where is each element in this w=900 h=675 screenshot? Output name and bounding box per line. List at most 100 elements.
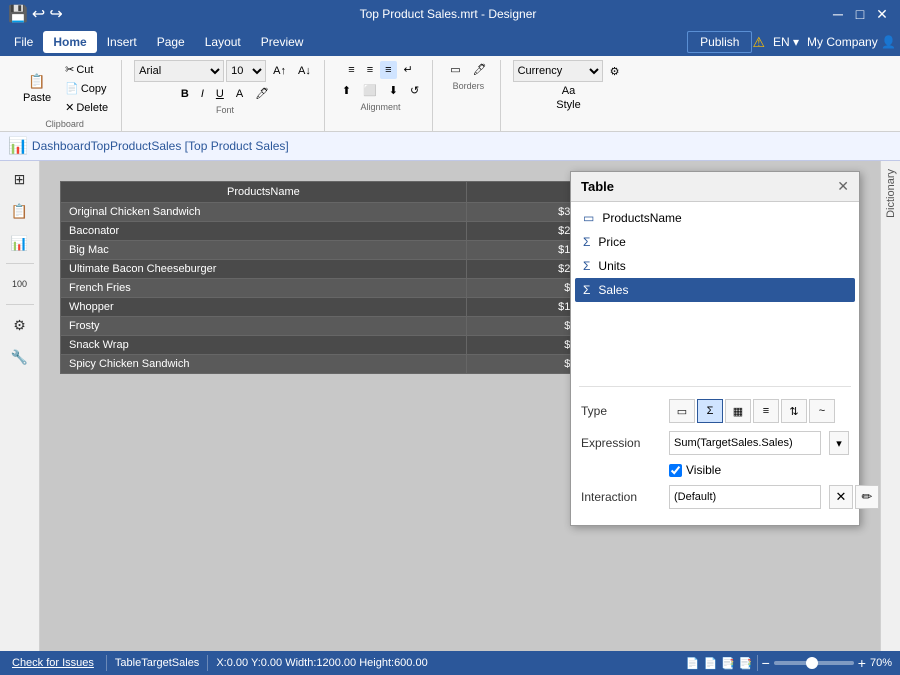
title-bar: 💾 ↩ ↪ Top Product Sales.mrt - Designer ─… xyxy=(0,0,900,28)
underline-button[interactable]: U xyxy=(211,85,229,103)
paste-icon: 📋 xyxy=(28,73,45,90)
interaction-edit-button[interactable]: ✏ xyxy=(855,485,879,509)
interaction-label: Interaction xyxy=(581,490,661,504)
copy-button[interactable]: 📄 Copy xyxy=(60,79,111,98)
align-left-button[interactable]: ≡ xyxy=(343,61,359,79)
expression-dropdown-button[interactable]: ▾ xyxy=(829,431,849,455)
page-icon-1: 📄 xyxy=(686,657,700,670)
visible-checkbox[interactable] xyxy=(669,464,682,477)
table-cell: Spicy Chicken Sandwich xyxy=(61,355,467,374)
maximize-button[interactable]: □ xyxy=(850,4,870,24)
left-panel-chart-button[interactable]: 📊 xyxy=(4,229,36,257)
left-panel-report-button[interactable]: 📋 xyxy=(4,197,36,225)
font-grow-button[interactable]: A↑ xyxy=(268,62,291,80)
header-right: ⚠ EN ▾ My Company 👤 xyxy=(752,34,896,51)
interaction-clear-button[interactable]: ✕ xyxy=(829,485,853,509)
canvas-area: ProductsName Price Units Sales Original … xyxy=(40,161,880,651)
ribbon-clipboard-top: 📋 Paste ✂ Cut 📄 Copy xyxy=(16,60,113,117)
expression-input[interactable] xyxy=(669,431,821,455)
table-cell: Frosty xyxy=(61,317,467,336)
interaction-input[interactable] xyxy=(669,485,821,509)
font-bottom-row: B I U A 🖊 xyxy=(176,84,274,103)
cut-button[interactable]: ✂ Cut xyxy=(60,60,98,79)
left-panel-tools-button[interactable]: 🔧 xyxy=(4,343,36,371)
zoom-slider-thumb[interactable] xyxy=(806,657,818,669)
valign-top-button[interactable]: ⬆ xyxy=(337,81,356,100)
visible-row: Visible xyxy=(669,463,849,477)
align-center-button[interactable]: ≡ xyxy=(362,61,378,79)
border-color-button[interactable]: 🖊 xyxy=(468,60,492,79)
valign-mid-button[interactable]: ⬜ xyxy=(358,81,382,100)
type-table-button[interactable]: ▦ xyxy=(725,399,751,423)
delete-button[interactable]: ✕ Delete xyxy=(60,98,113,117)
highlight-button[interactable]: 🖊 xyxy=(250,84,274,103)
font-color-button[interactable]: A xyxy=(231,85,248,103)
close-button[interactable]: ✕ xyxy=(872,4,892,24)
menu-layout[interactable]: Layout xyxy=(195,31,251,53)
table-panel-header: Table ✕ xyxy=(571,172,859,202)
alignment-label: Alignment xyxy=(361,102,401,112)
format-settings-button[interactable]: ⚙ xyxy=(605,62,625,81)
format-select[interactable]: Currency xyxy=(513,60,603,82)
publish-button[interactable]: Publish xyxy=(687,31,752,53)
interaction-row: Interaction ✕ ✏ xyxy=(581,485,849,509)
header-productsname: ProductsName xyxy=(61,182,467,203)
type-sort-button[interactable]: ⇅ xyxy=(781,399,807,423)
style-icon: Aa xyxy=(562,85,575,97)
valign-bot-button[interactable]: ⬇ xyxy=(384,81,403,100)
left-panel-settings-button[interactable]: ⚙ xyxy=(4,311,36,339)
format-row: Currency ⚙ xyxy=(513,60,625,82)
align-top-row: ≡ ≡ ≡ ↵ xyxy=(343,60,417,79)
company-label[interactable]: My Company 👤 xyxy=(807,35,896,49)
rotate-button[interactable]: ↺ xyxy=(405,81,424,100)
ribbon: 📋 Paste ✂ Cut 📄 Copy xyxy=(0,56,900,132)
font-shrink-button[interactable]: A↓ xyxy=(293,62,316,80)
menu-file[interactable]: File xyxy=(4,31,43,53)
field-name: Price xyxy=(598,235,625,249)
check-issues-button[interactable]: Check for Issues xyxy=(8,655,98,671)
table-panel-close-button[interactable]: ✕ xyxy=(837,178,849,195)
delete-icon: ✕ xyxy=(65,101,74,114)
style-button[interactable]: Aa Style xyxy=(549,82,589,114)
menu-insert[interactable]: Insert xyxy=(97,31,147,53)
table-cell: Original Chicken Sandwich xyxy=(61,203,467,222)
menu-home[interactable]: Home xyxy=(43,31,96,53)
interaction-buttons: ✕ ✏ xyxy=(829,485,879,509)
minimize-button[interactable]: ─ xyxy=(828,4,848,24)
menu-bar: File Home Insert Page Layout Preview Pub… xyxy=(0,28,900,56)
align-right-button[interactable]: ≡ xyxy=(380,61,396,79)
table-field-item[interactable]: ΣSales xyxy=(575,278,855,302)
field-icon: ▭ xyxy=(583,211,594,225)
table-field-item[interactable]: ΣUnits xyxy=(575,254,855,278)
left-panel-grid-button[interactable]: ⊞ xyxy=(4,165,36,193)
align-bottom-row: ⬆ ⬜ ⬇ ↺ xyxy=(337,81,424,100)
menu-preview[interactable]: Preview xyxy=(251,31,314,53)
status-bar: Check for Issues TableTargetSales X:0.00… xyxy=(0,651,900,675)
table-field-item[interactable]: ΣPrice xyxy=(575,230,855,254)
font-family-select[interactable]: Arial xyxy=(134,60,224,82)
dictionary-label[interactable]: Dictionary xyxy=(885,161,897,226)
zoom-in-button[interactable]: + xyxy=(858,655,866,671)
table-panel-list: ▭ProductsNameΣPriceΣUnitsΣSales xyxy=(571,202,859,382)
expression-row: Expression ▾ xyxy=(581,431,849,455)
left-panel-sep2 xyxy=(6,304,34,305)
zoom-out-button[interactable]: − xyxy=(762,655,770,671)
italic-button[interactable]: I xyxy=(196,85,209,103)
type-list-button[interactable]: ≡ xyxy=(753,399,779,423)
expression-label: Expression xyxy=(581,436,661,450)
table-name-status: TableTargetSales xyxy=(115,657,199,669)
paste-button[interactable]: 📋 Paste xyxy=(16,70,58,107)
language-selector[interactable]: EN ▾ xyxy=(773,35,799,49)
menu-page[interactable]: Page xyxy=(147,31,195,53)
type-sum-button[interactable]: Σ xyxy=(697,399,723,423)
type-wave-button[interactable]: ~ xyxy=(809,399,835,423)
page-icon-4: 📑 xyxy=(739,657,753,670)
table-field-item[interactable]: ▭ProductsName xyxy=(575,206,855,230)
left-panel-100-button[interactable]: 100 xyxy=(4,270,36,298)
cut-icon: ✂ xyxy=(65,63,74,76)
bold-button[interactable]: B xyxy=(176,85,194,103)
indent-button[interactable]: ↵ xyxy=(399,60,418,79)
font-size-select[interactable]: 10 xyxy=(226,60,266,82)
type-field-button[interactable]: ▭ xyxy=(669,399,695,423)
border-style-button[interactable]: ▭ xyxy=(445,60,465,79)
